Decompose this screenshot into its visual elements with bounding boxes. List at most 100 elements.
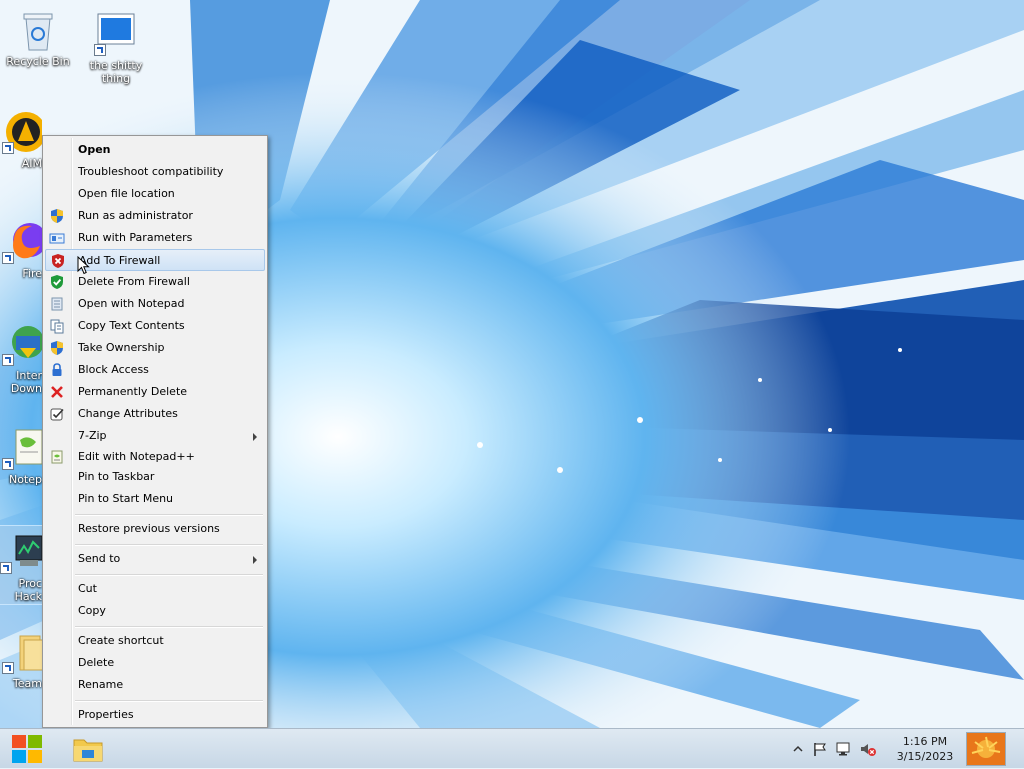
menu-item-label: Edit with Notepad++ bbox=[78, 450, 195, 463]
clock-date: 3/15/2023 bbox=[896, 750, 954, 763]
menu-item-troubleshoot-compatibility[interactable]: Troubleshoot compatibility bbox=[45, 161, 265, 183]
menu-item-permanently-delete[interactable]: Permanently Delete bbox=[45, 381, 265, 403]
copy-text-icon bbox=[49, 318, 65, 334]
menu-item-open-with-notepad[interactable]: Open with Notepad bbox=[45, 293, 265, 315]
desktop-icon-label: Proc Hack bbox=[14, 577, 42, 603]
desktop-icon-team[interactable]: Team bbox=[2, 630, 42, 690]
show-desktop-button[interactable] bbox=[966, 732, 1006, 766]
menu-item-label: Copy Text Contents bbox=[78, 319, 185, 332]
red-x-icon bbox=[49, 384, 65, 400]
menu-separator bbox=[75, 514, 263, 516]
firefox-icon bbox=[2, 220, 42, 264]
menu-item-delete[interactable]: Delete bbox=[45, 652, 265, 674]
desktop-icon-notepad[interactable]: Notep bbox=[2, 426, 42, 486]
menu-item-label: Restore previous versions bbox=[78, 522, 220, 535]
menu-item-restore-previous-versions[interactable]: Restore previous versions bbox=[45, 518, 265, 540]
submenu-arrow-icon bbox=[253, 556, 257, 564]
menu-separator bbox=[75, 544, 263, 546]
taskbar: 1:16 PM 3/15/2023 bbox=[0, 728, 1024, 768]
menu-item-label: Add To Firewall bbox=[79, 254, 161, 267]
network-icon[interactable] bbox=[836, 741, 852, 757]
desktop-icon-label: Team bbox=[12, 677, 42, 690]
menu-item-pin-to-start-menu[interactable]: Pin to Start Menu bbox=[45, 488, 265, 510]
menu-item-label: Open file location bbox=[78, 187, 175, 200]
desktop-icon-label: AIM bbox=[21, 157, 42, 170]
menu-item-pin-to-taskbar[interactable]: Pin to Taskbar bbox=[45, 466, 265, 488]
shortcut-arrow-icon bbox=[2, 458, 14, 470]
menu-item-label: Block Access bbox=[78, 363, 149, 376]
notepadpp-icon bbox=[49, 449, 65, 465]
desktop-icon-recycle-bin[interactable]: Recycle Bin bbox=[2, 8, 74, 68]
volume-muted-icon[interactable] bbox=[860, 741, 876, 757]
menu-item-open[interactable]: Open bbox=[45, 139, 265, 161]
menu-item-label: Create shortcut bbox=[78, 634, 164, 647]
shortcut-arrow-icon bbox=[0, 562, 12, 574]
menu-item-rename[interactable]: Rename bbox=[45, 674, 265, 696]
desktop-icon-the-shitty-thing[interactable]: the shitty thing bbox=[80, 12, 152, 85]
menu-item-open-file-location[interactable]: Open file location bbox=[45, 183, 265, 205]
menu-item-send-to[interactable]: Send to bbox=[45, 548, 265, 570]
menu-item-label: Delete bbox=[78, 656, 115, 669]
menu-item-7-zip[interactable]: 7-Zip bbox=[45, 425, 265, 447]
menu-item-label: Send to bbox=[78, 552, 121, 565]
menu-item-cut[interactable]: Cut bbox=[45, 578, 265, 600]
show-hidden-icons-chevron[interactable] bbox=[790, 741, 806, 757]
shortcut-arrow-icon bbox=[2, 142, 14, 154]
menu-item-label: Open with Notepad bbox=[78, 297, 185, 310]
menu-item-edit-with-notepadpp[interactable]: Edit with Notepad++ bbox=[45, 446, 265, 468]
desktop-icon-firefox[interactable]: Fire bbox=[2, 220, 42, 280]
menu-item-create-shortcut[interactable]: Create shortcut bbox=[45, 630, 265, 652]
desktop-icon-internet-download[interactable]: Inter Down bbox=[2, 322, 42, 395]
menu-item-label: Properties bbox=[78, 708, 134, 721]
menu-item-label: Copy bbox=[78, 604, 106, 617]
menu-item-change-attributes[interactable]: Change Attributes bbox=[45, 403, 265, 425]
notepad-icon bbox=[49, 296, 65, 312]
taskbar-file-explorer-button[interactable] bbox=[68, 732, 108, 766]
menu-separator bbox=[75, 626, 263, 628]
menu-item-label: Rename bbox=[78, 678, 124, 691]
menu-item-take-ownership[interactable]: Take Ownership bbox=[45, 337, 265, 359]
system-clock[interactable]: 1:16 PM 3/15/2023 bbox=[890, 734, 960, 764]
lock-icon bbox=[49, 362, 65, 378]
mouse-cursor-icon bbox=[77, 256, 90, 275]
windows-logo-icon bbox=[12, 735, 42, 763]
start-button[interactable] bbox=[6, 732, 48, 766]
user-tile-icon bbox=[967, 733, 1005, 765]
menu-item-label: 7-Zip bbox=[78, 429, 107, 442]
shortcut-arrow-icon bbox=[2, 662, 14, 674]
desktop-icon-label: Notep bbox=[8, 473, 42, 486]
shortcut-arrow-icon bbox=[2, 252, 14, 264]
menu-item-block-access[interactable]: Block Access bbox=[45, 359, 265, 381]
file-explorer-icon bbox=[73, 739, 103, 762]
submenu-arrow-icon bbox=[253, 433, 257, 441]
menu-item-label: Change Attributes bbox=[78, 407, 178, 420]
desktop-icon-label: the shitty thing bbox=[89, 59, 143, 85]
menu-item-run-as-administrator[interactable]: Run as administrator bbox=[45, 205, 265, 227]
desktop-icon-process-hacker[interactable]: Proc Hack bbox=[0, 525, 43, 605]
menu-item-label: Pin to Start Menu bbox=[78, 492, 174, 505]
shortcut-arrow-icon bbox=[94, 44, 106, 56]
menu-item-label: Run with Parameters bbox=[78, 231, 193, 244]
menu-item-copy-text-contents[interactable]: Copy Text Contents bbox=[45, 315, 265, 337]
app-window-icon bbox=[94, 12, 138, 56]
desktop-icon-aimp[interactable]: AIM bbox=[2, 110, 42, 170]
menu-item-copy[interactable]: Copy bbox=[45, 600, 265, 622]
desktop-icon-label: Fire bbox=[22, 267, 42, 280]
menu-item-properties[interactable]: Properties bbox=[45, 704, 265, 726]
clock-time: 1:16 PM bbox=[902, 735, 948, 748]
menu-separator bbox=[75, 574, 263, 576]
checkbox-icon bbox=[49, 406, 65, 422]
menu-item-label: Open bbox=[78, 143, 111, 156]
action-center-flag-icon[interactable] bbox=[812, 741, 828, 757]
parameters-icon bbox=[49, 230, 65, 246]
menu-item-label: Pin to Taskbar bbox=[78, 470, 155, 483]
shortcut-arrow-icon bbox=[2, 354, 14, 366]
menu-item-run-with-parameters[interactable]: Run with Parameters bbox=[45, 227, 265, 249]
menu-item-label: Cut bbox=[78, 582, 97, 595]
recycle-bin-icon bbox=[16, 8, 60, 52]
folder-icon bbox=[2, 630, 42, 674]
aimp-icon bbox=[2, 110, 42, 154]
uac-shield-icon bbox=[49, 208, 65, 224]
firewall-block-icon bbox=[50, 253, 66, 269]
internet-download-icon bbox=[2, 322, 42, 366]
